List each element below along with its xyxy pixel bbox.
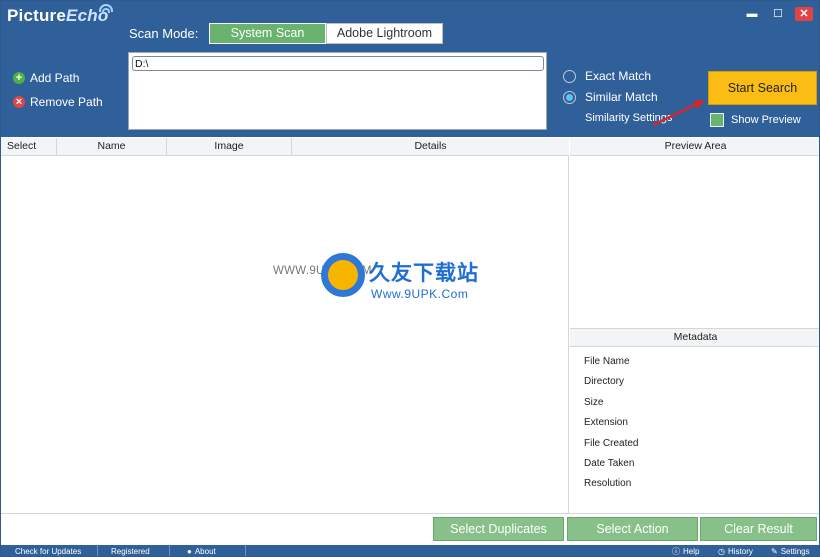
path-input[interactable]: [132, 56, 544, 71]
registered-label: Registered: [111, 547, 150, 556]
metadata-extension: Extension: [584, 417, 628, 429]
show-preview-label: Show Preview: [731, 114, 801, 126]
similar-match-option[interactable]: Similar Match: [563, 90, 658, 104]
metadata-resolution: Resolution: [584, 478, 632, 490]
app-logo: PictureEcho: [7, 4, 113, 26]
watermark-url-text: Www.9UPK.Com: [371, 287, 469, 301]
exact-match-option[interactable]: Exact Match: [563, 69, 651, 83]
about-label: About: [194, 547, 216, 556]
status-divider: [169, 545, 170, 556]
remove-circle-icon: ×: [13, 96, 25, 108]
show-preview-option[interactable]: Show Preview: [710, 113, 801, 127]
exact-match-label: Exact Match: [585, 69, 652, 83]
history-icon: ◷: [718, 547, 725, 556]
column-select[interactable]: Select: [1, 138, 57, 156]
metadata-list: File Name Directory Size Extension File …: [584, 355, 804, 498]
settings-link[interactable]: ✎ Settings: [771, 547, 810, 556]
close-button[interactable]: ✕: [795, 7, 813, 21]
select-duplicates-button[interactable]: Select Duplicates: [433, 517, 564, 541]
metadata-file-created: File Created: [584, 437, 639, 449]
status-bar: Check for Updates Registered ● About ⓘ H…: [1, 545, 819, 556]
status-divider: [245, 545, 246, 556]
clear-result-button[interactable]: Clear Result: [700, 517, 817, 541]
window-controls: ▬ ☐ ✕: [743, 7, 813, 21]
column-image[interactable]: Image: [167, 138, 292, 156]
similar-match-radio[interactable]: [563, 90, 576, 104]
scan-mode-adobe-lightroom[interactable]: Adobe Lightroom: [326, 23, 443, 44]
watermark: WWW.9UPK.COM 久友下载站 Www.9UPK.Com: [273, 249, 513, 311]
metadata-header: Metadata: [570, 328, 819, 347]
preview-area-header: Preview Area: [570, 138, 819, 156]
plus-circle-icon: +: [13, 72, 25, 84]
results-table-header: Select Name Image Details: [1, 138, 569, 156]
check-updates-label: Check for Updates: [15, 547, 82, 556]
maximize-button[interactable]: ☐: [769, 7, 787, 21]
scan-mode-system-scan[interactable]: System Scan: [209, 23, 326, 44]
app-window: PictureEcho ▬ ☐ ✕ Scan Mode: System Scan…: [0, 0, 820, 557]
settings-label: Settings: [780, 547, 810, 556]
start-search-button[interactable]: Start Search: [708, 71, 817, 105]
toolbar-header: PictureEcho ▬ ☐ ✕ Scan Mode: System Scan…: [1, 1, 819, 137]
history-link[interactable]: ◷ History: [718, 547, 753, 556]
history-label: History: [727, 547, 753, 556]
logo-main-text: Picture: [7, 6, 67, 25]
path-list[interactable]: [128, 52, 547, 130]
add-path-label: Add Path: [30, 71, 80, 85]
similar-match-label: Similar Match: [585, 90, 658, 104]
add-path-button[interactable]: + Add Path: [13, 71, 79, 85]
remove-path-button[interactable]: × Remove Path: [13, 95, 103, 109]
user-icon: ●: [187, 547, 192, 556]
metadata-directory: Directory: [584, 376, 625, 388]
registered-status: Registered: [111, 547, 150, 556]
wrench-icon: ✎: [771, 547, 778, 556]
results-list[interactable]: [1, 156, 569, 513]
check-updates-link[interactable]: Check for Updates: [15, 547, 82, 556]
column-details[interactable]: Details: [292, 138, 569, 156]
scan-mode-label: Scan Mode:: [129, 26, 199, 41]
minimize-button[interactable]: ▬: [743, 7, 761, 21]
watermark-logo-icon: [321, 253, 365, 297]
metadata-file-name: File Name: [584, 356, 630, 367]
pointer-arrow-icon: [652, 100, 705, 127]
logo-wave-small-icon: [102, 8, 110, 13]
status-divider: [97, 545, 98, 556]
about-link[interactable]: ● About: [187, 547, 216, 556]
remove-path-label: Remove Path: [30, 95, 103, 109]
column-name[interactable]: Name: [57, 138, 167, 156]
exact-match-radio[interactable]: [563, 69, 576, 83]
show-preview-checkbox[interactable]: [710, 113, 724, 127]
help-label: Help: [683, 547, 700, 556]
select-action-button[interactable]: Select Action: [567, 517, 698, 541]
metadata-date-taken: Date Taken: [584, 457, 635, 469]
help-icon: ⓘ: [672, 547, 680, 556]
help-link[interactable]: ⓘ Help: [672, 547, 700, 556]
preview-area: [570, 156, 819, 328]
metadata-size: Size: [584, 396, 604, 408]
watermark-cn-text: 久友下载站: [369, 262, 479, 285]
